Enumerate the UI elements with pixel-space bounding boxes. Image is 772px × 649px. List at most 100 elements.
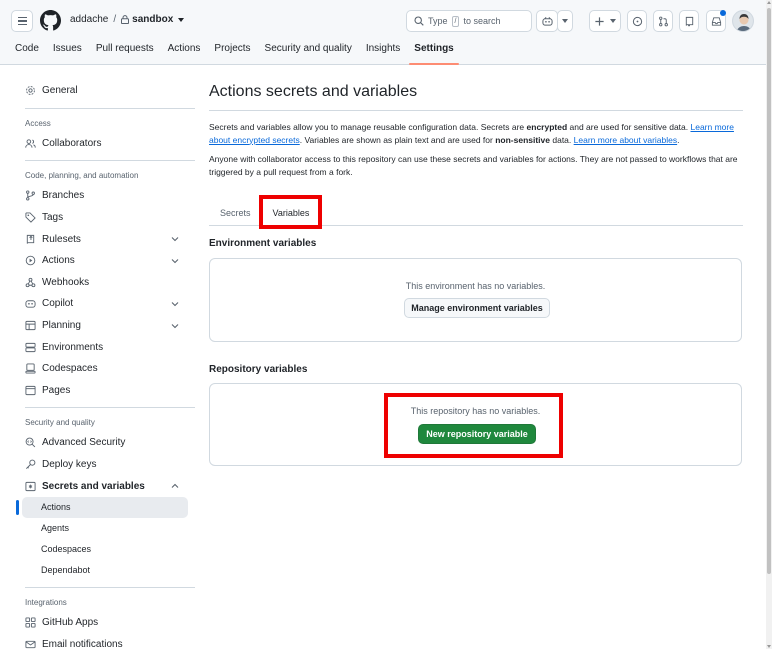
issues-button[interactable] bbox=[627, 10, 647, 32]
sidebar-divider bbox=[25, 107, 195, 109]
sidebar-item-label: Secrets and variables bbox=[42, 480, 145, 492]
scroll-up-arrow-icon[interactable] bbox=[767, 1, 771, 4]
browser-icon bbox=[25, 385, 36, 395]
sidebar-item-environments[interactable]: Environments bbox=[16, 336, 195, 358]
repo-link[interactable]: sandbox bbox=[121, 14, 185, 25]
search-input[interactable]: Type / to search bbox=[406, 10, 532, 32]
key-icon bbox=[26, 459, 36, 469]
sidebar-item-collaborators[interactable]: Collaborators bbox=[16, 133, 195, 155]
sidebar-item-label: Collaborators bbox=[42, 137, 102, 149]
app-header: addache / sandbox Type / to search Code … bbox=[0, 0, 772, 65]
sidebar-item-actions[interactable]: Actions bbox=[16, 250, 195, 272]
main-content: Actions secrets and variables Secrets an… bbox=[209, 83, 743, 466]
sidebar-item-webhooks[interactable]: Webhooks bbox=[16, 272, 195, 294]
create-new-button[interactable] bbox=[589, 10, 621, 32]
sidebar-divider bbox=[25, 160, 195, 162]
title-divider bbox=[209, 110, 743, 111]
breadcrumb-separator: / bbox=[113, 14, 117, 25]
avatar[interactable] bbox=[732, 10, 754, 32]
description-text: and are used for sensitive data. bbox=[567, 122, 691, 132]
breadcrumb: addache / sandbox bbox=[70, 14, 185, 25]
github-logo-icon[interactable] bbox=[40, 10, 61, 31]
chevron-down-icon bbox=[171, 302, 179, 307]
repo-name: sandbox bbox=[132, 14, 174, 25]
copilot-icon bbox=[25, 300, 36, 309]
play-icon bbox=[25, 255, 36, 266]
tab-issues[interactable]: Issues bbox=[46, 38, 89, 65]
description-text: . bbox=[677, 134, 680, 145]
tab-secrets[interactable]: Secrets bbox=[209, 201, 262, 226]
sidebar-item-secrets-and-variables[interactable]: Secrets and variables bbox=[16, 475, 195, 497]
sidebar-item-advanced-security[interactable]: Advanced Security bbox=[16, 432, 195, 454]
sidebar-subitem-codespaces[interactable]: Codespaces bbox=[16, 539, 195, 560]
owner-link[interactable]: addache bbox=[70, 14, 108, 25]
sidebar-item-planning[interactable]: Planning bbox=[16, 315, 195, 337]
sidebar-item-label: Environments bbox=[42, 341, 104, 353]
sidebar-subitem-actions[interactable]: Actions bbox=[16, 496, 188, 518]
copilot-icon bbox=[541, 16, 553, 26]
sidebar-item-email-notifications[interactable]: Email notifications bbox=[16, 634, 195, 649]
sidebar-item-label: Planning bbox=[42, 320, 81, 332]
sidebar-item-label: General bbox=[42, 85, 78, 97]
sidebar-item-label: Codespaces bbox=[42, 363, 98, 375]
pull-requests-button[interactable] bbox=[653, 10, 673, 32]
scrollbar-thumb[interactable] bbox=[767, 8, 771, 574]
repository-variables-title: Repository variables bbox=[209, 364, 308, 375]
chevron-down-icon bbox=[171, 237, 179, 242]
notification-indicator bbox=[720, 10, 726, 16]
chevron-down-icon bbox=[562, 19, 568, 23]
sidebar-item-general[interactable]: General bbox=[16, 80, 195, 102]
sidebar-item-label: Tags bbox=[42, 212, 64, 224]
tag-icon bbox=[25, 212, 36, 223]
copilot-button[interactable] bbox=[536, 10, 558, 32]
search-placeholder-prefix: Type bbox=[428, 16, 448, 26]
environment-variables-box: This environment has no variables. Manag… bbox=[209, 258, 742, 342]
page-description: Secrets and variables allow you to manag… bbox=[209, 121, 743, 146]
table-icon bbox=[25, 320, 36, 331]
tab-settings[interactable]: Settings bbox=[407, 38, 460, 65]
sidebar-subitem-dependabot[interactable]: Dependabot bbox=[16, 560, 195, 581]
sidebar-item-label: Advanced Security bbox=[42, 437, 126, 449]
sidebar-item-copilot[interactable]: Copilot bbox=[16, 293, 195, 315]
sidebar-item-github-apps[interactable]: GitHub Apps bbox=[16, 612, 195, 634]
tab-projects[interactable]: Projects bbox=[207, 38, 257, 65]
sidebar-heading-code: Code, planning, and automation bbox=[25, 171, 139, 181]
sidebar-item-tags[interactable]: Tags bbox=[16, 207, 195, 229]
scrollbar[interactable] bbox=[766, 0, 772, 649]
codescan-icon bbox=[25, 438, 36, 448]
chevron-up-icon bbox=[171, 484, 179, 489]
description-text: . Variables are shown as plain text and … bbox=[299, 134, 496, 145]
sidebar-item-label: Rulesets bbox=[42, 233, 81, 245]
sidebar-item-label: Copilot bbox=[42, 298, 74, 310]
repo-icon bbox=[685, 16, 693, 27]
tab-code[interactable]: Code bbox=[8, 38, 46, 65]
tab-pull-requests[interactable]: Pull requests bbox=[89, 38, 161, 65]
sidebar-item-rulesets[interactable]: Rulesets bbox=[16, 228, 195, 250]
inbox-icon bbox=[711, 16, 721, 26]
lock-icon bbox=[121, 15, 130, 24]
sidebar-divider bbox=[25, 407, 195, 409]
key-asterisk-icon bbox=[25, 481, 36, 491]
tab-security-and-quality[interactable]: Security and quality bbox=[258, 38, 359, 65]
copilot-menu-button[interactable] bbox=[557, 10, 573, 32]
learn-more-variables-link[interactable]: Learn more about variables bbox=[574, 135, 677, 145]
server-icon bbox=[25, 342, 36, 352]
sidebar-item-deploy-keys[interactable]: Deploy keys bbox=[16, 454, 195, 476]
scroll-down-arrow-icon[interactable] bbox=[767, 645, 771, 648]
sidebar-item-pages[interactable]: Pages bbox=[16, 380, 195, 402]
menu-button[interactable] bbox=[11, 10, 33, 32]
sidebar-item-codespaces[interactable]: Codespaces bbox=[16, 358, 195, 380]
sidebar-item-label: Email notifications bbox=[42, 638, 123, 649]
git-branch-icon bbox=[26, 190, 35, 202]
manage-environment-variables-button[interactable]: Manage environment variables bbox=[404, 298, 550, 318]
environment-variables-title: Environment variables bbox=[209, 238, 317, 249]
sidebar-item-branches[interactable]: Branches bbox=[16, 185, 195, 207]
settings-sidebar: General Access Collaborators Code, plann… bbox=[16, 80, 195, 649]
tab-actions[interactable]: Actions bbox=[161, 38, 208, 65]
sidebar-subitem-agents[interactable]: Agents bbox=[16, 518, 195, 539]
sidebar-heading-integrations: Integrations bbox=[25, 597, 67, 607]
repositories-button[interactable] bbox=[679, 10, 699, 32]
apps-icon bbox=[25, 617, 36, 628]
tab-insights[interactable]: Insights bbox=[359, 38, 407, 65]
collaborator-notice: Anyone with collaborator access to this … bbox=[209, 154, 738, 177]
